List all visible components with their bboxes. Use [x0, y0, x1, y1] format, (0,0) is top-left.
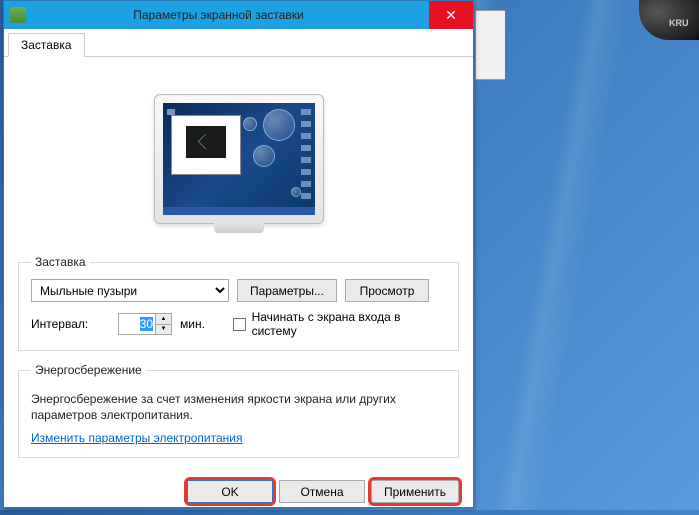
- screensaver-select[interactable]: Мыльные пузыри: [31, 279, 229, 302]
- window-icon: [10, 7, 26, 23]
- screensaver-group: Заставка Мыльные пузыри Параметры... Про…: [18, 255, 459, 351]
- interval-spinner[interactable]: ▲ ▼: [118, 313, 172, 335]
- tab-content: Заставка Мыльные пузыри Параметры... Про…: [4, 57, 473, 470]
- cancel-button[interactable]: Отмена: [279, 480, 365, 503]
- interval-down[interactable]: ▼: [156, 325, 171, 335]
- titlebar: Параметры экранной заставки ✕: [4, 1, 473, 29]
- screensaver-legend: Заставка: [31, 255, 90, 269]
- energy-group: Энергосбережение Энергосбережение за сче…: [18, 363, 459, 458]
- preview-button[interactable]: Просмотр: [345, 279, 429, 302]
- close-button[interactable]: ✕: [429, 1, 473, 29]
- settings-button[interactable]: Параметры...: [237, 279, 337, 302]
- ok-button[interactable]: OK: [187, 480, 273, 503]
- monitor-screen: [163, 103, 315, 215]
- interval-input[interactable]: [119, 315, 155, 333]
- highlight-ok: OK: [187, 480, 273, 503]
- checkbox-icon: [233, 318, 246, 331]
- close-icon: ✕: [445, 7, 457, 24]
- checkbox-label: Начинать с экрана входа в систему: [252, 310, 446, 338]
- highlight-apply: Применить: [371, 480, 459, 503]
- apply-button[interactable]: Применить: [371, 480, 459, 503]
- interval-up[interactable]: ▲: [156, 314, 171, 325]
- interval-unit: мин.: [180, 317, 205, 331]
- tab-strip: Заставка: [4, 29, 473, 57]
- start-on-logon-checkbox[interactable]: Начинать с экрана входа в систему: [233, 310, 446, 338]
- power-settings-link[interactable]: Изменить параметры электропитания: [31, 431, 242, 445]
- preview-area: [18, 69, 459, 249]
- window-title: Параметры экранной заставки: [32, 8, 429, 22]
- screensaver-settings-dialog: Параметры экранной заставки ✕ Заставка: [3, 0, 474, 508]
- tab-screensaver[interactable]: Заставка: [8, 33, 85, 57]
- monitor-preview: [154, 94, 324, 224]
- background-window-fragment: [475, 10, 505, 80]
- energy-text: Энергосбережение за счет изменения яркос…: [31, 391, 446, 423]
- energy-legend: Энергосбережение: [31, 363, 146, 377]
- dialog-footer: OK Отмена Применить: [4, 470, 473, 515]
- interval-label: Интервал:: [31, 317, 88, 331]
